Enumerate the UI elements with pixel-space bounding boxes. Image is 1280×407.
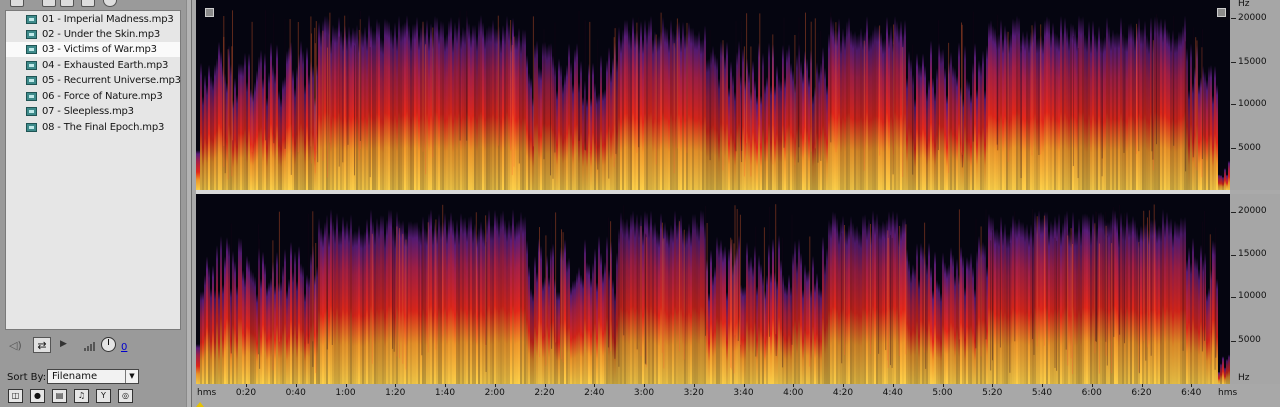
file-name: 05 - Recurrent Universe.mp3	[42, 75, 181, 86]
time-tick-label: 6:40	[1181, 388, 1202, 398]
file-list-item[interactable]: 01 - Imperial Madness.mp3	[6, 12, 180, 27]
time-tick-label: 4:00	[783, 388, 804, 398]
time-tick-label: 6:20	[1131, 388, 1152, 398]
spectrogram-channel-right[interactable]	[196, 194, 1231, 384]
time-tick-label: 0:20	[235, 388, 257, 398]
file-list[interactable]: 01 - Imperial Madness.mp3 02 - Under the…	[5, 10, 181, 330]
image-icon[interactable]	[81, 0, 95, 7]
file-name: 01 - Imperial Madness.mp3	[42, 14, 174, 25]
time-ruler[interactable]: hms hms 0:20 0:40 1:00 1:20 1:40 2:00 2:20 2:40…	[196, 384, 1280, 407]
open-file-icon[interactable]	[10, 0, 24, 7]
audio-file-icon	[26, 123, 37, 132]
time-tick-label: 2:20	[534, 388, 555, 398]
add-files-icon[interactable]: ◫	[8, 389, 23, 403]
spectral-view[interactable]: Hz 20000 15000 10000 5000 20000 15000 10…	[192, 0, 1280, 407]
spectrogram-image	[196, 194, 1230, 384]
spectrogram-image	[196, 0, 1230, 190]
play-icon[interactable]: ▶	[60, 339, 67, 349]
frequency-ruler: 20000 15000 10000 5000 Hz	[1230, 194, 1280, 384]
time-tick-label: 2:00	[484, 388, 505, 398]
loop-icon[interactable]: ⇄	[33, 337, 51, 353]
speaker-icon[interactable]: ◁)	[9, 339, 22, 352]
frequency-ruler: Hz 20000 15000 10000 5000	[1230, 0, 1280, 190]
film-icon[interactable]: ▤	[52, 389, 67, 403]
file-name: 04 - Exhausted Earth.mp3	[42, 60, 169, 71]
time-tick-label: 4:40	[882, 388, 903, 398]
info-icon[interactable]	[103, 0, 117, 7]
time-tick-label: 3:00	[633, 388, 655, 398]
close-file-icon[interactable]	[42, 0, 56, 7]
audio-file-icon	[26, 30, 37, 39]
sort-label: Sort By:	[7, 372, 47, 383]
file-list-item[interactable]: 06 - Force of Nature.mp3	[6, 89, 180, 104]
time-tick-label: 1:00	[335, 388, 356, 398]
time-tick-label: 5:00	[932, 388, 953, 398]
audio-file-icon	[26, 45, 37, 54]
time-tick-label: 0:40	[285, 388, 306, 398]
file-list-item-selected[interactable]: 03 - Victims of War.mp3	[6, 42, 180, 57]
spectrogram-channel-left[interactable]	[196, 0, 1231, 190]
freq-tick-label: 10000	[1238, 99, 1267, 109]
bottom-toolbar: ◫ ● ▤ ♫ Y ◎	[4, 389, 184, 405]
playhead-marker-icon[interactable]	[196, 402, 204, 407]
file-list-item[interactable]: 04 - Exhausted Earth.mp3	[6, 58, 180, 73]
time-tick-label: 1:40	[434, 388, 456, 398]
file-name: 06 - Force of Nature.mp3	[42, 91, 163, 102]
file-list-item[interactable]: 05 - Recurrent Universe.mp3	[6, 73, 181, 88]
time-tick-label: 3:20	[683, 388, 704, 398]
time-tick-label: 5:20	[982, 388, 1003, 398]
time-tick-label: 4:20	[832, 388, 854, 398]
file-toolbar	[0, 0, 186, 8]
zoom-corner-icon[interactable]	[1217, 8, 1226, 17]
sort-value: Filename	[52, 371, 98, 382]
audio-file-icon	[26, 15, 37, 24]
volume-value[interactable]: 0	[121, 342, 127, 353]
audio-file-icon	[26, 107, 37, 116]
time-tick-label: 3:40	[733, 388, 754, 398]
freq-tick-label: 10000	[1238, 291, 1267, 301]
sort-dropdown[interactable]: Filename ▼	[47, 369, 139, 384]
volume-meter-icon	[84, 341, 98, 351]
audio-file-icon	[26, 61, 37, 70]
file-list-item[interactable]: 07 - Sleepless.mp3	[6, 104, 180, 119]
cd-icon[interactable]: ◎	[118, 389, 133, 403]
freq-tick-label: 5000	[1238, 335, 1261, 345]
file-name: 08 - The Final Epoch.mp3	[42, 122, 165, 133]
freq-unit-label: Hz	[1238, 0, 1250, 9]
music-icon[interactable]: ♫	[74, 389, 89, 403]
chevron-down-icon[interactable]: ▼	[125, 370, 138, 383]
freq-tick-label: 20000	[1238, 13, 1267, 23]
zoom-corner-icon[interactable]	[205, 8, 214, 17]
freq-tick-label: 20000	[1238, 206, 1267, 216]
audio-file-icon	[26, 92, 37, 101]
transport-controls: ◁) ⇄ ▶ 0	[5, 334, 181, 360]
filter-icon[interactable]: Y	[96, 389, 111, 403]
file-list-item[interactable]: 02 - Under the Skin.mp3	[6, 27, 180, 42]
time-tick-label: 6:00	[1081, 388, 1102, 398]
file-panel: 01 - Imperial Madness.mp3 02 - Under the…	[0, 0, 186, 407]
freq-tick-label: 5000	[1238, 143, 1261, 153]
file-name: 07 - Sleepless.mp3	[42, 106, 134, 117]
list-icon[interactable]	[60, 0, 74, 7]
record-icon[interactable]: ●	[30, 389, 45, 403]
time-tick-label: 2:40	[584, 388, 605, 398]
file-name: 03 - Victims of War.mp3	[42, 44, 157, 55]
time-unit-label: hms	[197, 388, 217, 398]
time-unit-label: hms	[1218, 388, 1238, 398]
freq-tick-label: 15000	[1238, 249, 1267, 259]
time-tick-label: 5:40	[1031, 388, 1053, 398]
file-list-item[interactable]: 08 - The Final Epoch.mp3	[6, 120, 180, 135]
file-name: 02 - Under the Skin.mp3	[42, 29, 161, 40]
audio-file-icon	[26, 76, 37, 85]
time-tick-label: 1:20	[385, 388, 406, 398]
volume-knob[interactable]	[101, 337, 116, 352]
freq-unit-label: Hz	[1238, 373, 1250, 383]
freq-tick-label: 15000	[1238, 57, 1267, 67]
